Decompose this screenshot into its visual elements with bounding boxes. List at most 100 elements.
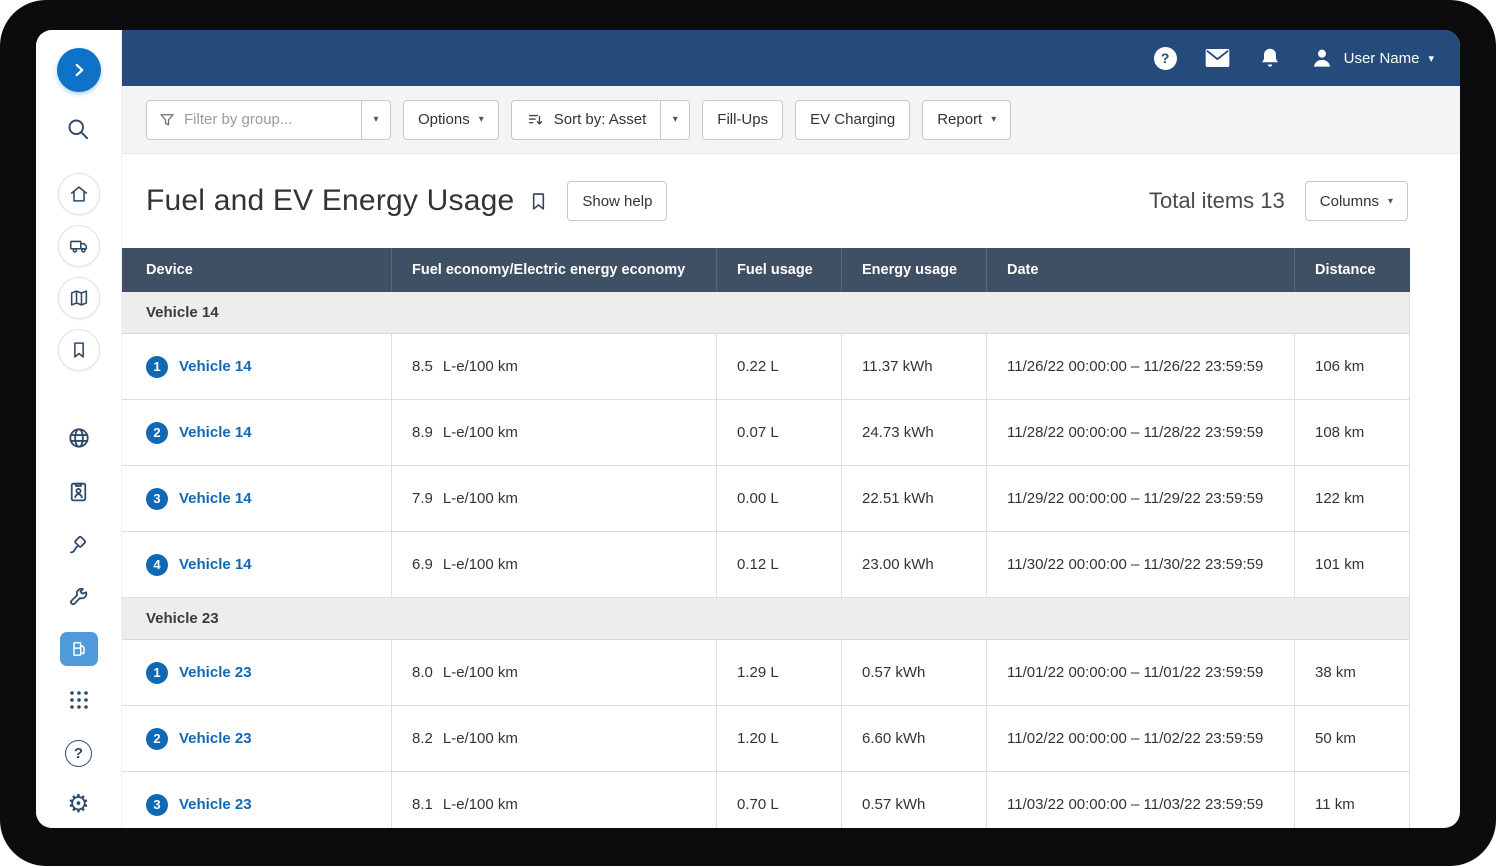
economy-cell: 8.5 L-e/100 km — [392, 334, 717, 399]
chevron-down-icon: ▾ — [1388, 196, 1393, 207]
group-filter: ▾ — [146, 100, 391, 140]
ev-charging-button[interactable]: EV Charging — [795, 100, 910, 140]
sidebar-item-apps[interactable] — [67, 688, 91, 712]
sidebar-item-help[interactable]: ? — [65, 740, 92, 767]
device-cell: 3 Vehicle 23 — [122, 772, 392, 828]
vehicle-icon — [68, 235, 90, 257]
group-row: Vehicle 14 — [122, 292, 1410, 334]
user-menu[interactable]: User Name ▾ — [1309, 45, 1434, 71]
fuel-usage-cell: 0.12 L — [717, 532, 842, 597]
report-button[interactable]: Report ▾ — [922, 100, 1011, 140]
columns-button[interactable]: Columns ▾ — [1305, 181, 1408, 221]
bookmark-icon — [68, 339, 90, 361]
row-index-badge: 1 — [146, 356, 168, 378]
topbar-notifications-button[interactable] — [1258, 46, 1282, 70]
table-row[interactable]: 2 Vehicle 23 8.2 L-e/100 km 1.20 L 6.60 … — [122, 706, 1410, 772]
sidebar-expand-button[interactable] — [57, 48, 101, 92]
apps-grid-icon — [67, 688, 91, 712]
clipboard-user-icon — [66, 479, 91, 504]
chevron-down-icon: ▾ — [991, 114, 996, 125]
topbar-messages-button[interactable] — [1204, 47, 1231, 69]
map-icon — [68, 287, 90, 309]
report-label: Report — [937, 111, 982, 128]
table-row[interactable]: 1 Vehicle 23 8.0 L-e/100 km 1.29 L 0.57 … — [122, 640, 1410, 706]
date-cell: 11/01/22 00:00:00 – 11/01/22 23:59:59 — [987, 640, 1295, 705]
table-row[interactable]: 2 Vehicle 14 8.9 L-e/100 km 0.07 L 24.73… — [122, 400, 1410, 466]
page-title: Fuel and EV Energy Usage — [146, 184, 514, 218]
sidebar-item-bookmarks[interactable] — [58, 329, 100, 371]
column-header-distance: Distance — [1295, 248, 1410, 292]
economy-unit: L-e/100 km — [443, 424, 518, 441]
table-row[interactable]: 1 Vehicle 14 8.5 L-e/100 km 0.22 L 11.37… — [122, 334, 1410, 400]
screen: ? ⚙ ? User Name — [0, 0, 1496, 866]
fuel-nozzle-icon — [66, 532, 91, 557]
home-icon — [68, 183, 90, 205]
group-filter-box — [146, 100, 362, 140]
energy-usage-cell: 22.51 kWh — [842, 466, 987, 531]
sidebar-item-energy-active[interactable] — [60, 632, 98, 666]
device-link[interactable]: Vehicle 14 — [179, 556, 252, 573]
group-filter-dropdown[interactable]: ▾ — [361, 100, 391, 140]
device-link[interactable]: Vehicle 23 — [179, 796, 252, 813]
economy-value: 8.5 — [412, 358, 433, 375]
date-cell: 11/30/22 00:00:00 – 11/30/22 23:59:59 — [987, 532, 1295, 597]
sidebar-item-zones[interactable] — [66, 425, 92, 451]
sidebar-item-search[interactable] — [65, 116, 92, 143]
device-link[interactable]: Vehicle 14 — [179, 424, 252, 441]
economy-value: 6.9 — [412, 556, 433, 573]
sort-button[interactable]: Sort by: Asset — [511, 100, 662, 140]
sidebar-item-maintenance[interactable] — [66, 585, 91, 610]
energy-usage-cell: 11.37 kWh — [842, 334, 987, 399]
fill-ups-button[interactable]: Fill-Ups — [702, 100, 783, 140]
help-icon: ? — [74, 745, 83, 762]
table-row[interactable]: 4 Vehicle 14 6.9 L-e/100 km 0.12 L 23.00… — [122, 532, 1410, 598]
distance-cell: 106 km — [1295, 334, 1410, 399]
toolbar: ▾ Options ▾ Sort by: Asset ▾ Fill-Ups — [122, 86, 1460, 154]
row-index-badge: 2 — [146, 728, 168, 750]
show-help-button[interactable]: Show help — [567, 181, 667, 221]
bell-icon — [1258, 46, 1282, 70]
sidebar-item-fuel[interactable] — [66, 532, 91, 557]
group-filter-input[interactable] — [184, 111, 350, 128]
columns-label: Columns — [1320, 193, 1379, 210]
fuel-usage-cell: 1.20 L — [717, 706, 842, 771]
economy-unit: L-e/100 km — [443, 490, 518, 507]
device-link[interactable]: Vehicle 23 — [179, 730, 252, 747]
ev-charging-label: EV Charging — [810, 111, 895, 128]
economy-cell: 6.9 L-e/100 km — [392, 532, 717, 597]
energy-usage-cell: 6.60 kWh — [842, 706, 987, 771]
sidebar-item-vehicles[interactable] — [58, 225, 100, 267]
sidebar-item-home[interactable] — [58, 173, 100, 215]
options-button[interactable]: Options ▾ — [403, 100, 499, 140]
sidebar-item-settings[interactable]: ⚙ — [67, 789, 89, 818]
user-avatar-icon — [1309, 45, 1335, 71]
sidebar: ? ⚙ — [36, 30, 122, 828]
table-row[interactable]: 3 Vehicle 14 7.9 L-e/100 km 0.00 L 22.51… — [122, 466, 1410, 532]
row-index-badge: 2 — [146, 422, 168, 444]
filter-funnel-icon — [158, 111, 176, 129]
chevron-down-icon: ▾ — [1428, 52, 1434, 65]
main-area: ? User Name ▾ — [122, 30, 1460, 828]
fuel-usage-cell: 0.70 L — [717, 772, 842, 828]
envelope-icon — [1204, 47, 1231, 69]
date-cell: 11/26/22 00:00:00 – 11/26/22 23:59:59 — [987, 334, 1295, 399]
gear-icon: ⚙ — [67, 789, 89, 818]
date-cell: 11/28/22 00:00:00 – 11/28/22 23:59:59 — [987, 400, 1295, 465]
column-header-energy-usage: Energy usage — [842, 248, 987, 292]
topbar-help-button[interactable]: ? — [1154, 47, 1177, 70]
device-link[interactable]: Vehicle 14 — [179, 358, 252, 375]
sort-dropdown[interactable]: ▾ — [660, 100, 690, 140]
sidebar-item-reports[interactable] — [66, 479, 91, 504]
device-frame: ? ⚙ ? User Name — [0, 0, 1496, 866]
column-header-device: Device — [122, 248, 392, 292]
distance-cell: 11 km — [1295, 772, 1410, 828]
economy-unit: L-e/100 km — [443, 796, 518, 813]
table-row[interactable]: 3 Vehicle 23 8.1 L-e/100 km 0.70 L 0.57 … — [122, 772, 1410, 828]
column-header-economy: Fuel economy/Electric energy economy — [392, 248, 717, 292]
bookmark-page-button[interactable] — [528, 191, 549, 212]
energy-usage-cell: 0.57 kWh — [842, 772, 987, 828]
sidebar-item-map[interactable] — [58, 277, 100, 319]
device-link[interactable]: Vehicle 14 — [179, 490, 252, 507]
group-name: Vehicle 14 — [146, 304, 219, 321]
device-link[interactable]: Vehicle 23 — [179, 664, 252, 681]
